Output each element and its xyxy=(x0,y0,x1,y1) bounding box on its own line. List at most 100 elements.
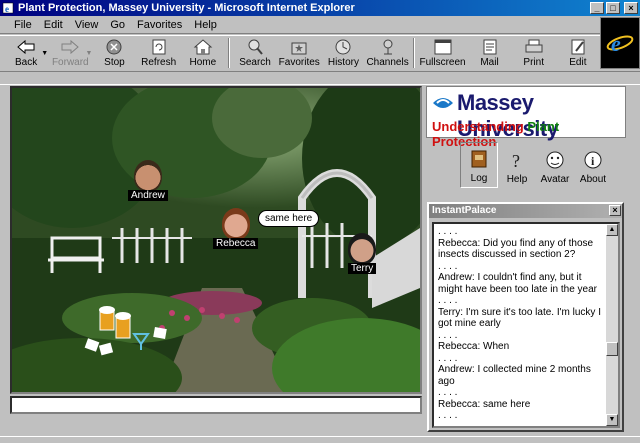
tagline-understanding: Understanding xyxy=(432,119,524,134)
refresh-label: Refresh xyxy=(141,57,177,68)
channels-label: Channels xyxy=(366,57,409,68)
scroll-up-button[interactable]: ▲ xyxy=(606,224,618,236)
edit-button[interactable]: Edit xyxy=(556,36,600,70)
menu-favorites[interactable]: Favorites xyxy=(131,19,188,31)
chat-close-button[interactable]: × xyxy=(609,205,621,216)
ie-throbber-logo: e xyxy=(600,17,640,69)
svg-text:?: ? xyxy=(512,151,520,171)
minimize-button[interactable]: _ xyxy=(590,2,604,14)
stop-icon xyxy=(106,39,122,55)
forward-label: Forward xyxy=(51,57,89,68)
search-label: Search xyxy=(239,57,271,68)
menu-file[interactable]: File xyxy=(8,19,38,31)
massey-university-logo: Massey University Understanding Plant Pr… xyxy=(426,86,626,149)
chat-message: Andrew: I couldn't find any, but it migh… xyxy=(438,272,597,295)
home-label: Home xyxy=(189,57,217,68)
print-button[interactable]: Print xyxy=(512,36,556,70)
chat-message: . . . . xyxy=(438,295,458,306)
close-button[interactable]: × xyxy=(624,2,638,14)
channels-icon xyxy=(383,39,393,55)
log-button[interactable]: Log xyxy=(460,142,498,188)
toolbar-separator xyxy=(227,38,230,68)
menu-edit[interactable]: Edit xyxy=(38,19,69,31)
edit-icon xyxy=(571,39,585,55)
refresh-icon xyxy=(152,39,166,55)
avatar-button[interactable]: Avatar xyxy=(536,142,574,188)
avatar-face-icon xyxy=(221,208,250,240)
refresh-button[interactable]: Refresh xyxy=(137,36,181,70)
avatar-andrew[interactable]: Andrew xyxy=(128,160,168,201)
favorites-label: Favorites xyxy=(278,57,320,68)
edit-label: Edit xyxy=(569,57,587,68)
ie-page-icon: e xyxy=(2,2,14,14)
favorites-icon xyxy=(291,42,307,55)
chat-message: Rebecca: When xyxy=(438,341,510,352)
history-button[interactable]: History xyxy=(321,36,365,70)
chat-message: Terry: I'm sure it's too late. I'm lucky… xyxy=(438,306,601,330)
chat-message: . . . . xyxy=(438,260,458,272)
avatar-face-icon xyxy=(348,233,377,265)
channels-button[interactable]: Channels xyxy=(366,36,410,70)
print-label: Print xyxy=(523,57,544,68)
avatar-rebecca[interactable]: Rebecca xyxy=(213,208,259,249)
forward-arrow-icon xyxy=(61,39,80,55)
search-button[interactable]: Search xyxy=(233,36,277,70)
status-bar xyxy=(0,436,640,443)
chat-message: . . . . xyxy=(438,352,458,364)
chat-message: . . . . xyxy=(438,226,458,237)
fullscreen-button[interactable]: Fullscreen xyxy=(418,36,468,70)
forward-button[interactable]: Forward ▼ xyxy=(48,36,92,70)
instantpalace-chat-window: InstantPalace × . . . . Rebecca: Did you … xyxy=(427,202,624,432)
maximize-button[interactable]: □ xyxy=(606,2,620,14)
log-book-icon xyxy=(471,150,487,168)
mail-icon xyxy=(483,39,496,55)
menu-bar: File Edit View Go Favorites Help xyxy=(0,16,640,34)
avatar-nametag: Terry xyxy=(348,263,377,274)
toolbar-separator xyxy=(412,38,415,68)
print-icon xyxy=(525,39,543,53)
chat-message: . . . . xyxy=(438,329,458,341)
menu-view[interactable]: View xyxy=(69,19,105,31)
menu-help[interactable]: Help xyxy=(188,19,223,31)
history-label: History xyxy=(327,57,359,68)
stop-label: Stop xyxy=(104,57,125,68)
chat-log: . . . . Rebecca: Did you find any of thos… xyxy=(432,222,620,428)
home-icon xyxy=(193,39,213,55)
fullscreen-icon xyxy=(434,39,452,55)
favorites-button[interactable]: Favorites xyxy=(277,36,321,70)
chat-input[interactable] xyxy=(10,396,422,414)
chat-message: Rebecca: Did you find any of those insec… xyxy=(438,237,594,261)
tagline-plant: Plant xyxy=(527,119,560,134)
help-button[interactable]: ? Help xyxy=(498,142,536,188)
avatar-terry[interactable]: Terry xyxy=(348,233,377,274)
massey-crest-icon xyxy=(433,98,453,108)
avatar-face-icon xyxy=(546,151,564,169)
log-label: Log xyxy=(470,173,488,184)
history-icon xyxy=(335,39,351,55)
back-arrow-icon xyxy=(17,39,35,55)
fullscreen-label: Fullscreen xyxy=(419,57,466,68)
back-button[interactable]: Back ▼ xyxy=(4,36,48,70)
mail-label: Mail xyxy=(480,57,499,68)
address-strip xyxy=(0,71,640,85)
avatar-nametag: Andrew xyxy=(128,190,168,201)
about-button[interactable]: i About xyxy=(574,142,612,188)
avatar-label: Avatar xyxy=(540,174,570,185)
scroll-down-button[interactable]: ▼ xyxy=(606,414,618,426)
about-label: About xyxy=(579,174,607,185)
browser-toolbar: Back ▼ Forward ▼ Stop Refresh Home Search … xyxy=(0,35,600,71)
garden-scene[interactable]: Andrew Rebecca same here Terry xyxy=(10,86,422,394)
window-title: Plant Protection, Massey University - Mi… xyxy=(18,2,355,14)
help-question-icon: ? xyxy=(512,151,520,171)
chat-titlebar: InstantPalace × xyxy=(429,204,622,218)
stop-button[interactable]: Stop xyxy=(92,36,136,70)
svg-text:e: e xyxy=(611,31,621,56)
scroll-thumb[interactable] xyxy=(606,342,618,356)
menu-go[interactable]: Go xyxy=(104,19,131,31)
search-icon xyxy=(248,39,263,55)
mail-button[interactable]: Mail xyxy=(467,36,511,70)
speech-bubble: same here xyxy=(258,210,320,227)
home-button[interactable]: Home xyxy=(181,36,225,70)
chat-message: Andrew: I collected mine 2 months ago xyxy=(438,364,591,387)
chat-scrollbar[interactable]: ▲ ▼ xyxy=(606,224,618,426)
